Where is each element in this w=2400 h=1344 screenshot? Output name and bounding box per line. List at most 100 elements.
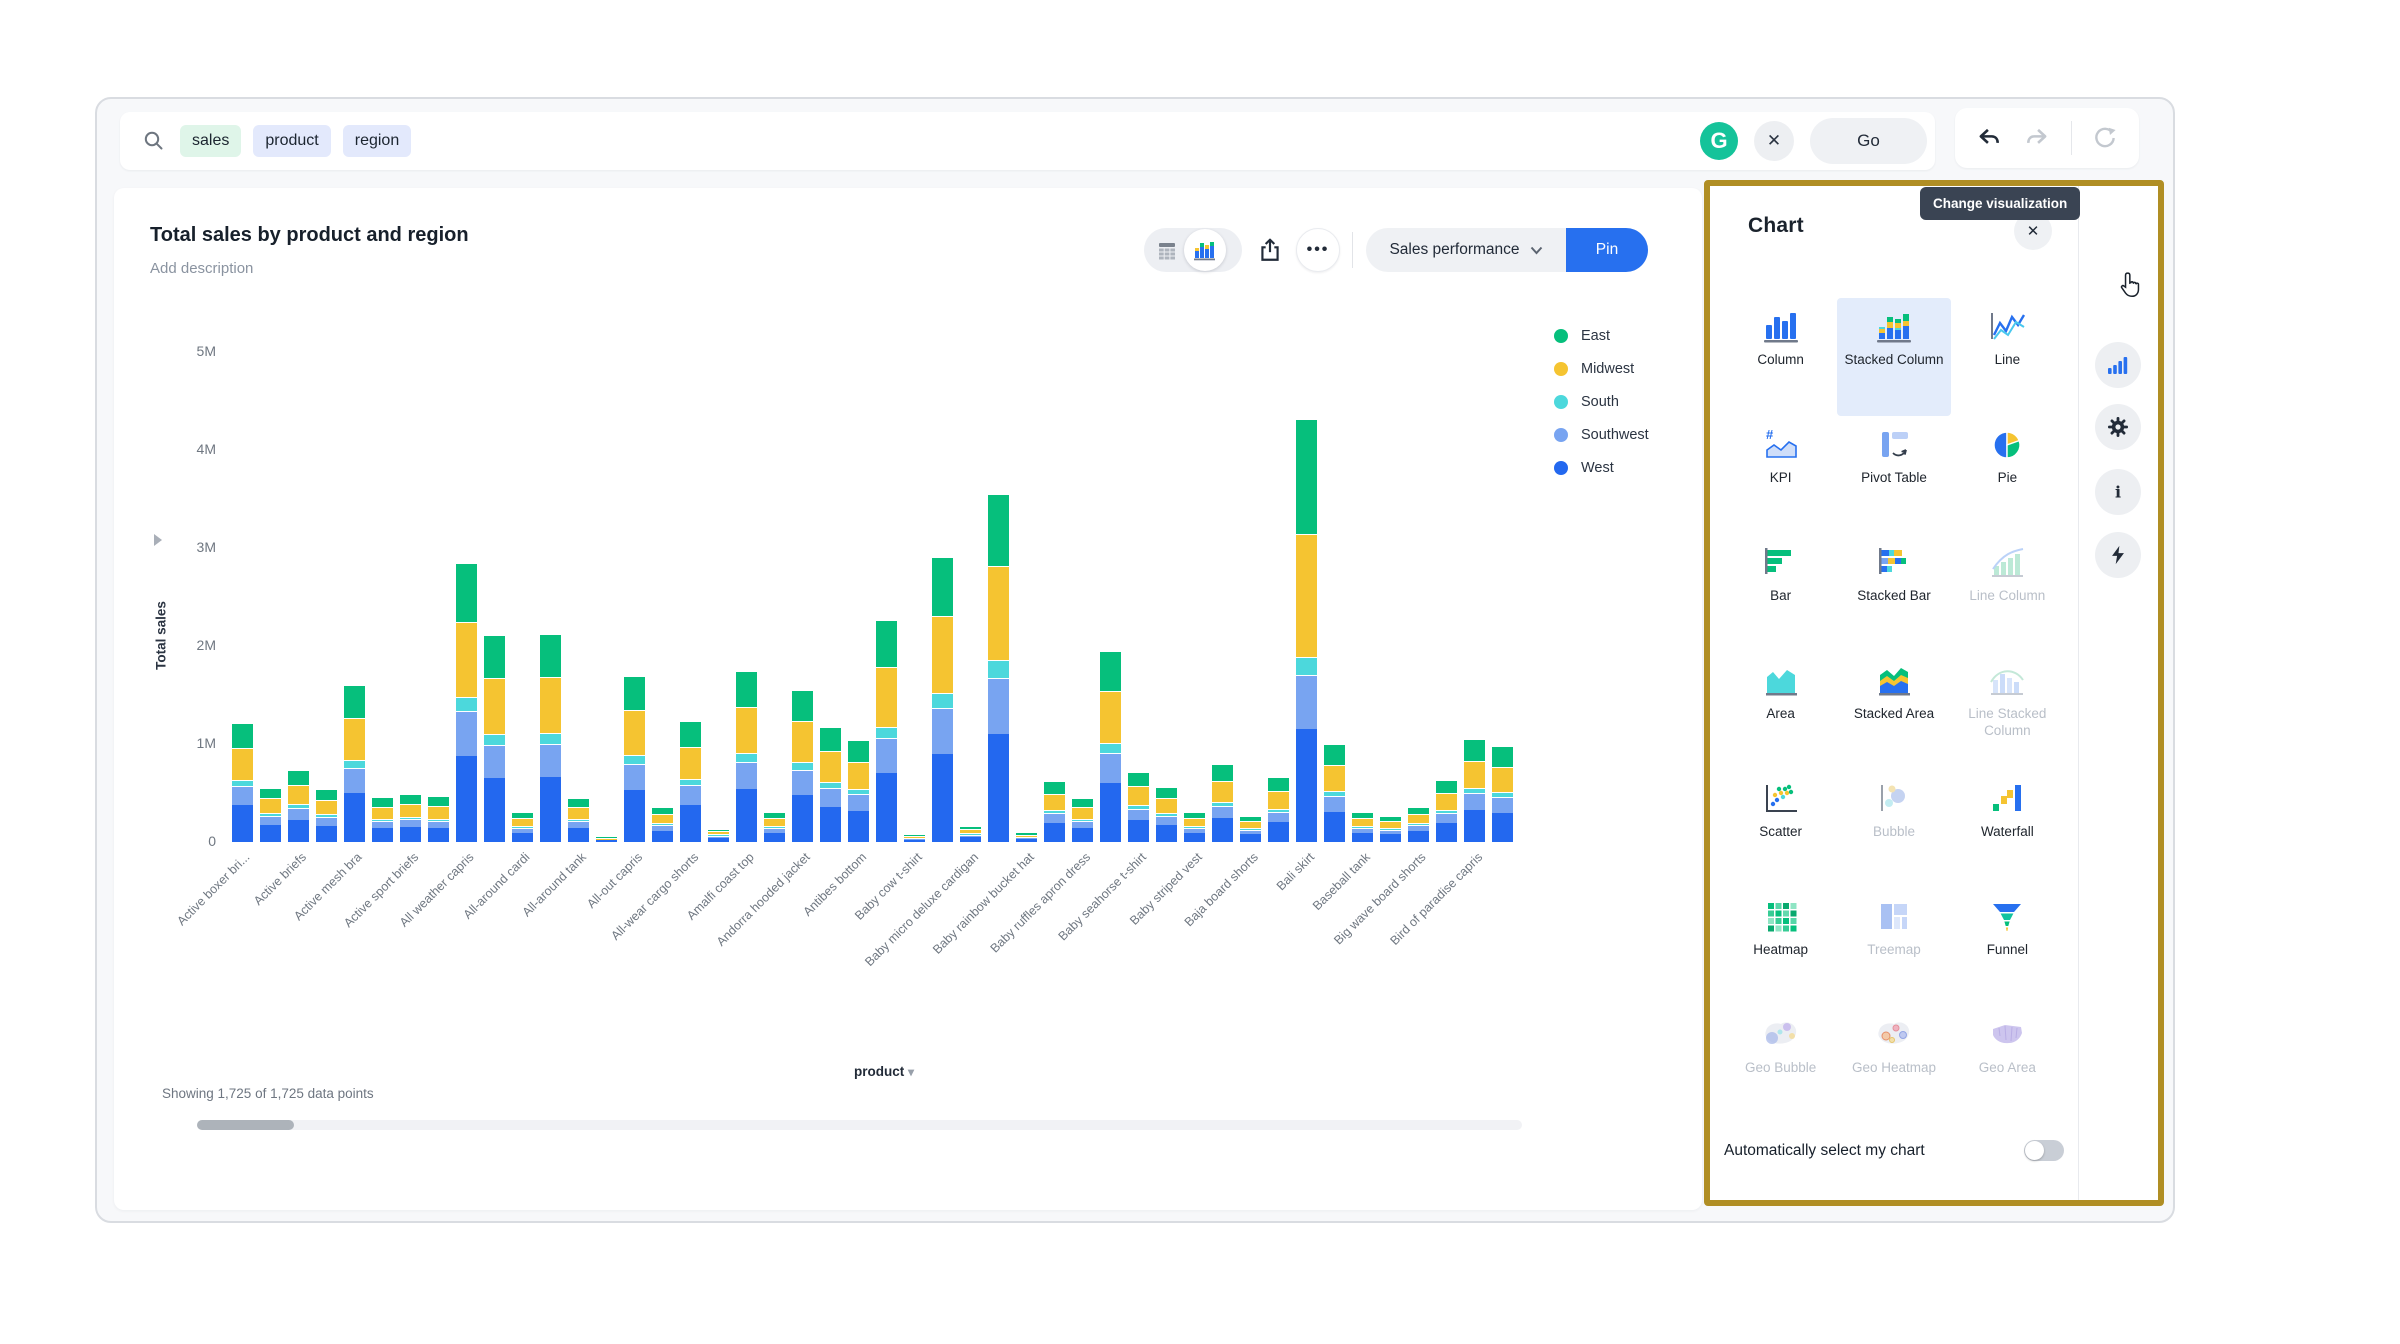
bar-segment-west [260,825,281,842]
grammarly-icon[interactable]: G [1700,122,1738,160]
pin-button[interactable]: Pin [1566,228,1648,272]
bar[interactable] [1436,780,1457,842]
bar[interactable] [1296,419,1317,842]
legend-item-southwest[interactable]: Southwest [1554,427,1649,443]
chart-type-area[interactable]: Area [1724,652,1837,770]
bar[interactable] [988,494,1009,842]
chart-scrollbar[interactable] [197,1120,1522,1130]
bar[interactable] [1408,807,1429,842]
bar[interactable] [344,685,365,842]
chart-type-funnel[interactable]: Funnel [1951,888,2064,1006]
legend-item-south[interactable]: South [1554,394,1649,410]
bar[interactable] [1128,772,1149,842]
search-input[interactable]: sales product region G ✕ Go [120,112,1935,170]
bar[interactable] [904,834,925,842]
bar[interactable] [372,797,393,842]
bar[interactable] [652,807,673,842]
bar[interactable] [512,812,533,842]
y-axis-title[interactable]: Total sales [154,576,169,696]
bar[interactable] [568,798,589,842]
auto-select-toggle[interactable] [2024,1140,2064,1161]
bar[interactable] [1464,739,1485,842]
chart-type-stacked-column[interactable]: Stacked Column [1837,298,1950,416]
bar[interactable] [792,690,813,842]
search-token-product[interactable]: product [253,125,330,157]
chart-type-stacked-bar[interactable]: Stacked Bar [1837,534,1950,652]
bar[interactable] [1352,812,1373,842]
bar[interactable] [764,812,785,842]
insights-button[interactable] [2095,532,2141,578]
bar[interactable] [540,634,561,842]
bar[interactable] [1156,787,1177,842]
details-button[interactable]: i [2095,469,2141,515]
chart-scrollbar-thumb[interactable] [197,1120,294,1130]
bar[interactable] [932,557,953,842]
bar[interactable] [708,829,729,842]
bar-segment-east [652,807,673,814]
display-mode-toggle[interactable] [1144,228,1242,272]
chart-type-bar[interactable]: Bar [1724,534,1837,652]
table-mode-icon[interactable] [1156,239,1178,261]
bar[interactable] [1324,744,1345,842]
reset-button[interactable] [2090,123,2120,153]
share-button[interactable] [1252,232,1288,268]
bar[interactable] [1100,651,1121,842]
search-token-region[interactable]: region [343,125,411,157]
bar[interactable] [1212,764,1233,842]
bar[interactable] [680,721,701,842]
bar[interactable] [820,727,841,842]
bar[interactable] [400,794,421,842]
dataset-selector[interactable]: Sales performance [1366,228,1566,272]
chart-type-pivot-table[interactable]: Pivot Table [1837,416,1950,534]
chart-type-geo-area: Geo Area [1951,1006,2064,1124]
bar-segment-west [708,838,729,842]
legend-item-midwest[interactable]: Midwest [1554,361,1649,377]
bar[interactable] [1268,777,1289,842]
bar[interactable] [1240,816,1261,842]
bar[interactable] [456,563,477,842]
chart-mode-button[interactable] [1184,229,1226,271]
chart-type-stacked-area[interactable]: Stacked Area [1837,652,1950,770]
bar[interactable] [848,740,869,842]
chart-type-waterfall[interactable]: Waterfall [1951,770,2064,888]
chart-type-scatter[interactable]: Scatter [1724,770,1837,888]
bar[interactable] [960,826,981,842]
bar[interactable] [1380,816,1401,842]
bar[interactable] [484,635,505,842]
undo-button[interactable] [1974,123,2004,153]
bar[interactable] [232,723,253,842]
change-visualization-button[interactable] [2095,342,2141,388]
legend-item-east[interactable]: East [1554,328,1649,344]
bar[interactable] [428,796,449,842]
clear-search-button[interactable]: ✕ [1754,121,1794,161]
bar[interactable] [260,788,281,842]
chart-type-kpi[interactable]: #KPI [1724,416,1837,534]
bar-segment-midwest [260,798,281,813]
chart-type-column[interactable]: Column [1724,298,1837,416]
search-token-sales[interactable]: sales [180,125,241,157]
redo-button[interactable] [2022,123,2052,153]
add-description[interactable]: Add description [150,260,253,277]
chart-type-pie[interactable]: Pie [1951,416,2064,534]
bar[interactable] [596,836,617,842]
chart-type-heatmap[interactable]: Heatmap [1724,888,1837,1006]
bar[interactable] [1492,746,1513,842]
bar-segment-midwest [400,804,421,817]
bar-segment-midwest [1352,818,1373,826]
chart-type-line[interactable]: Line [1951,298,2064,416]
bar[interactable] [1072,798,1093,842]
bar[interactable] [876,620,897,842]
bar[interactable] [1016,832,1037,842]
bar[interactable] [288,770,309,842]
configure-button[interactable] [2095,404,2141,450]
bar[interactable] [736,671,757,842]
bar[interactable] [624,676,645,842]
bar[interactable] [1184,812,1205,842]
bar[interactable] [316,789,337,842]
legend-item-west[interactable]: West [1554,460,1649,476]
bar-segment-southwest [932,708,953,754]
more-options-button[interactable]: ••• [1296,228,1340,272]
x-axis-title[interactable]: product ▾ [814,1064,954,1079]
bar[interactable] [1044,781,1065,842]
go-button[interactable]: Go [1810,118,1927,164]
